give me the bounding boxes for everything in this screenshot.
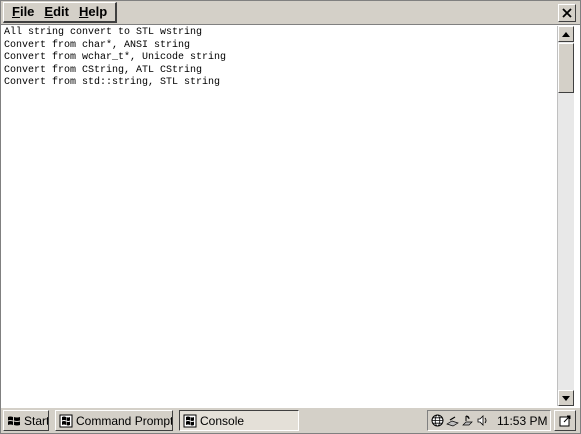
menu-help[interactable]: Help — [74, 3, 112, 21]
console-lines: All string convert to STL wstring Conver… — [1, 26, 556, 90]
network-icon[interactable] — [431, 414, 444, 427]
close-icon — [562, 8, 572, 18]
windows-flag-icon — [8, 416, 20, 425]
menu-file[interactable]: File — [7, 3, 39, 21]
taskbar-button-command-prompt[interactable]: Command Prompt — [55, 410, 173, 431]
console-line: Convert from char*, ANSI string — [4, 39, 191, 51]
connection-icon[interactable] — [461, 414, 474, 427]
menu-group: File Edit Help — [3, 2, 118, 23]
console-line: Convert from CString, ATL CString — [4, 64, 203, 76]
taskbar: Start Command Prompt Console 11:53 PM — [1, 407, 580, 433]
scroll-down-arrow-icon — [562, 395, 570, 401]
scroll-up-arrow-icon — [562, 31, 570, 37]
scroll-down-button[interactable] — [558, 390, 574, 406]
console-line: All string convert to STL wstring — [4, 27, 203, 38]
show-desktop-icon — [559, 415, 571, 426]
start-label: Start — [24, 413, 49, 428]
close-button[interactable] — [558, 4, 576, 22]
system-tray: 11:53 PM — [427, 410, 551, 431]
show-desktop-button[interactable] — [554, 410, 576, 431]
console-output[interactable]: All string convert to STL wstring Conver… — [1, 26, 556, 406]
start-button[interactable]: Start — [3, 410, 49, 431]
console-icon — [183, 414, 197, 427]
taskbar-button-label: Command Prompt — [76, 413, 173, 428]
menu-bar: File Edit Help — [1, 1, 580, 25]
connection-icon[interactable] — [446, 414, 459, 427]
scroll-up-button[interactable] — [558, 26, 574, 42]
taskbar-button-label: Console — [200, 413, 245, 428]
console-line: Convert from std::string, STL string — [4, 77, 221, 88]
command-prompt-icon — [59, 414, 73, 427]
device-screen: File Edit Help All string convert to STL… — [0, 0, 581, 434]
vertical-scrollbar[interactable] — [557, 26, 574, 406]
console-line: Convert from wchar_t*, Unicode string — [4, 52, 227, 63]
clock[interactable]: 11:53 PM — [497, 414, 547, 428]
volume-icon[interactable] — [476, 414, 489, 427]
menu-edit[interactable]: Edit — [39, 3, 74, 21]
taskbar-button-console[interactable]: Console — [179, 410, 299, 431]
scrollbar-thumb[interactable] — [558, 43, 574, 93]
